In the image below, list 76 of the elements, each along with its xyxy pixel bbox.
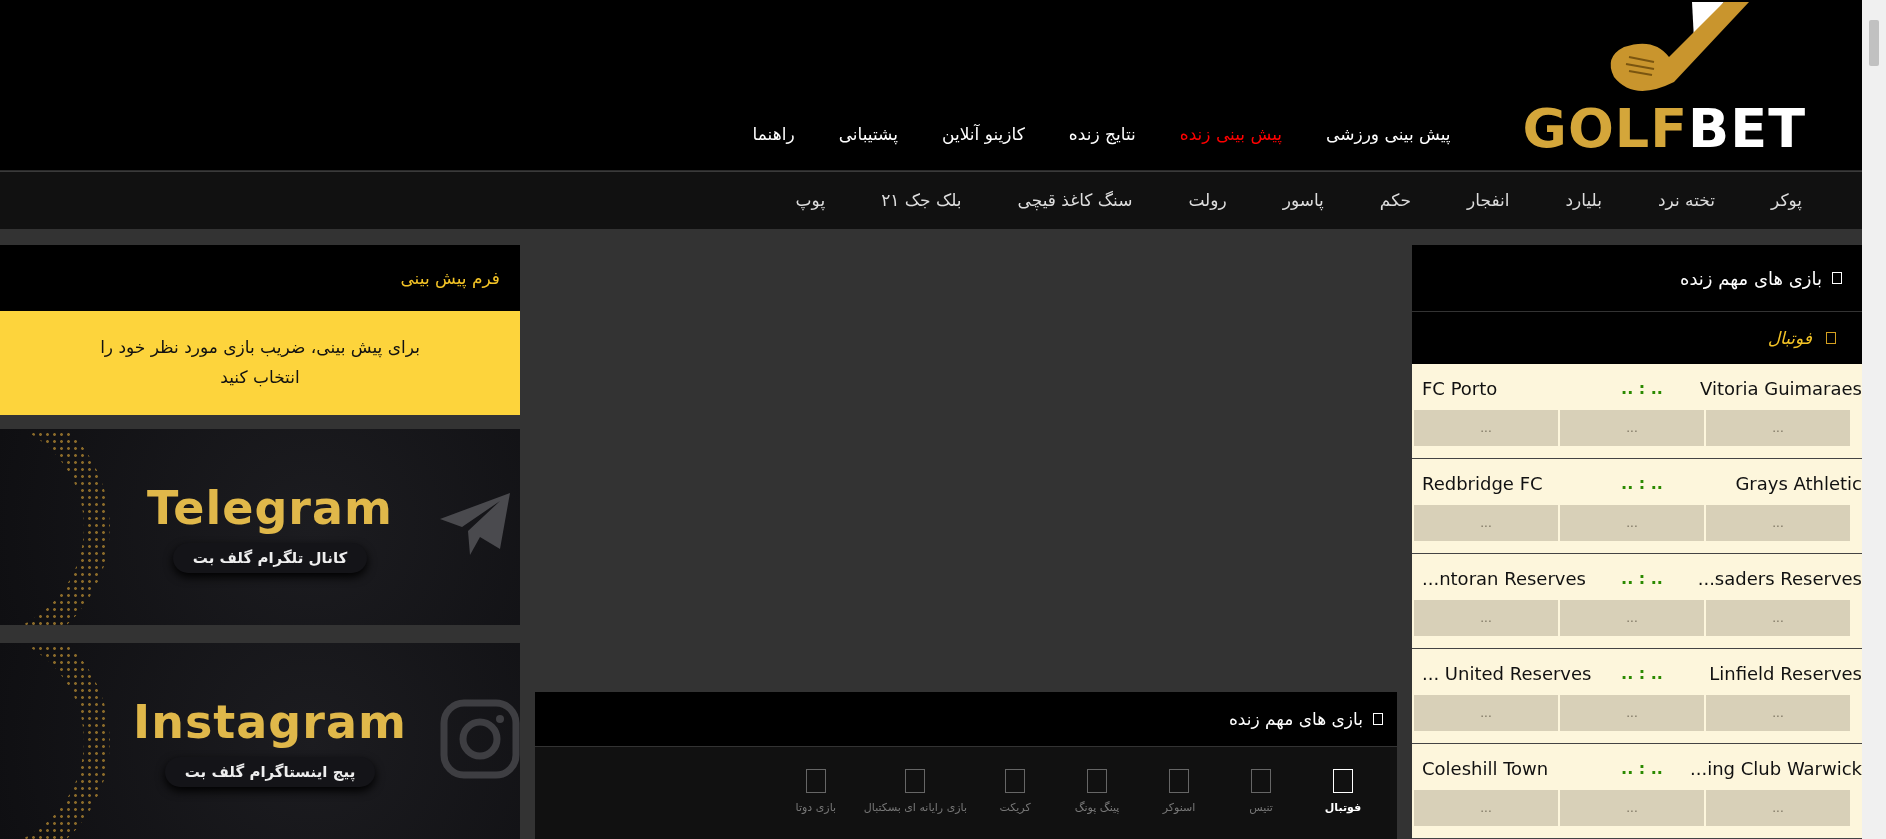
home-team: ...ing Club Warwick	[1689, 757, 1862, 779]
nav-link[interactable]: کازینو آنلاین	[920, 123, 1047, 144]
sport-tab[interactable]: فوتبال	[1309, 769, 1377, 814]
sport-tab[interactable]: اسنوکر	[1145, 769, 1213, 814]
sport-tab[interactable]: کریکت	[981, 769, 1049, 814]
sport-tab[interactable]: بازی رایانه ای بسکتبال	[863, 769, 967, 814]
nav-link[interactable]: نتایج زنده	[1046, 123, 1158, 144]
home-team: ...saders Reserves	[1696, 567, 1862, 589]
sport-tab[interactable]: بازی دوتا	[781, 769, 850, 814]
camera-icon	[440, 699, 520, 779]
game-link[interactable]: پوپ	[767, 190, 854, 211]
banner-title: Instagram	[133, 695, 407, 749]
form-message: برای پیش بینی، ضریب بازی مورد نظر خود را انتخاب کنید	[0, 311, 520, 415]
odds-button[interactable]: ...	[1706, 790, 1850, 826]
odds-button[interactable]: ...	[1706, 695, 1850, 731]
away-team: ... United Reserves	[1421, 662, 1593, 684]
sport-tab[interactable]: تنیس	[1227, 769, 1295, 814]
game-link[interactable]: انفجار	[1439, 190, 1538, 211]
match-score: .. : ..	[1620, 758, 1664, 778]
home-team: Grays Athletic	[1734, 472, 1862, 494]
game-link[interactable]: پاسور	[1254, 190, 1352, 211]
nav-link[interactable]: پیش بینی زنده	[1157, 123, 1305, 144]
odds-button[interactable]: ...	[1414, 505, 1558, 541]
game-link[interactable]: پوکر	[1743, 190, 1830, 211]
odds-button[interactable]: ...	[1414, 410, 1558, 446]
square-icon	[805, 769, 826, 793]
game-link[interactable]: بلیارد	[1537, 190, 1630, 211]
logo-text[interactable]: GOLFBET	[1522, 101, 1806, 156]
away-team: ...ntoran Reserves	[1421, 567, 1587, 589]
panel-title: بازی های مهم زنده	[1680, 267, 1822, 289]
odds-button[interactable]: ...	[1560, 600, 1704, 636]
match-score: .. : ..	[1620, 663, 1664, 683]
odds-button[interactable]: ...	[1706, 505, 1850, 541]
paper-plane-icon	[440, 493, 512, 557]
sport-title: فوتبال	[1767, 328, 1812, 348]
square-icon	[1832, 272, 1842, 284]
square-icon	[1251, 769, 1271, 793]
panel-title: بازی های مهم زنده	[1228, 709, 1363, 729]
sport-tab[interactable]: پینگ پونگ	[1063, 769, 1131, 814]
odds-button[interactable]: ...	[1414, 600, 1558, 636]
home-team: Vitoria Guimaraes	[1699, 377, 1862, 399]
square-icon	[1373, 713, 1383, 725]
away-team: FC Porto	[1421, 377, 1499, 399]
odds-button[interactable]: ...	[1560, 410, 1704, 446]
odds-button[interactable]: ...	[1706, 410, 1850, 446]
banner-title: Telegram	[147, 481, 393, 535]
square-icon	[1333, 769, 1353, 793]
away-team: Coleshill Town	[1421, 757, 1550, 779]
square-icon	[1005, 769, 1025, 793]
game-link[interactable]: بلک جک ۲۱	[853, 190, 990, 211]
odds-button[interactable]: ...	[1414, 790, 1558, 826]
scrollbar-thumb[interactable]	[1869, 20, 1879, 66]
banner-subtitle: پیج اینستاگرام گلف بت	[164, 757, 376, 787]
odds-button[interactable]: ...	[1560, 695, 1704, 731]
away-team: Redbridge FC	[1421, 472, 1544, 494]
odds-button[interactable]: ...	[1414, 695, 1558, 731]
panel-title: فرم پیش بینی	[400, 268, 500, 288]
nav-link[interactable]: پشتیبانی	[816, 123, 920, 144]
square-icon	[905, 769, 926, 793]
square-icon	[1087, 769, 1107, 793]
match-score: .. : ..	[1620, 473, 1664, 493]
game-link[interactable]: حکم	[1351, 190, 1440, 211]
game-link[interactable]: تخته نرد	[1629, 190, 1743, 211]
home-team: Linfield Reserves	[1708, 662, 1862, 684]
square-icon	[1169, 769, 1189, 793]
nav-link[interactable]: پیش بینی ورزشی	[1304, 123, 1473, 144]
odds-button[interactable]: ...	[1560, 505, 1704, 541]
square-icon	[1826, 332, 1836, 344]
banner-subtitle: کانال تلگرام گلف بت	[172, 543, 368, 573]
odds-button[interactable]: ...	[1706, 600, 1850, 636]
nav-link[interactable]: راهنما	[730, 123, 817, 144]
odds-button[interactable]: ...	[1560, 790, 1704, 826]
game-link[interactable]: سنگ کاغذ قیچی	[989, 190, 1161, 211]
game-link[interactable]: رولت	[1160, 190, 1255, 211]
match-score: .. : ..	[1620, 568, 1664, 588]
match-score: .. : ..	[1620, 378, 1664, 398]
